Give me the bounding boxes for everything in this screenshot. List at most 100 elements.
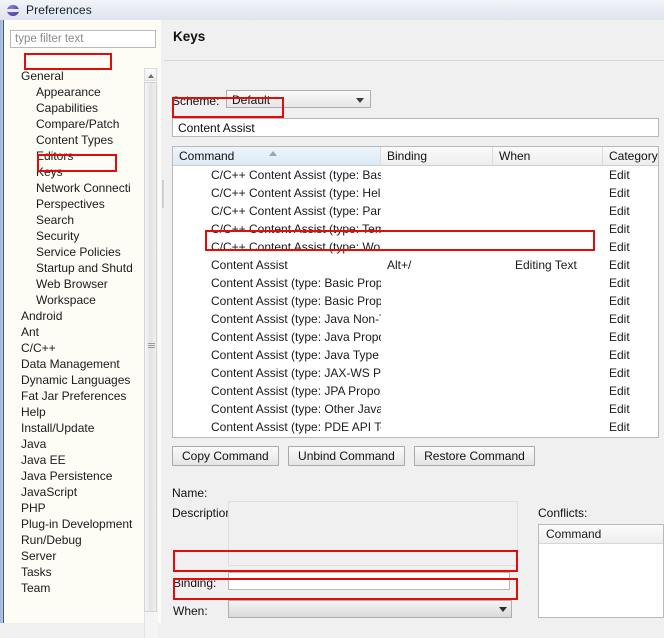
table-row[interactable]: C/C++ Content Assist (type: Basic Edit <box>173 166 658 184</box>
sidebar-item-appearance[interactable]: Appearance <box>4 84 144 100</box>
chevron-down-icon <box>499 607 507 612</box>
column-header-category[interactable]: Category <box>603 147 658 165</box>
cell-command: C/C++ Content Assist (type: Word <box>211 240 381 254</box>
table-row[interactable]: Content Assist (type: Other JavaSc Edit <box>173 400 658 418</box>
table-body[interactable]: C/C++ Content Assist (type: Basic Edit C/C… <box>173 166 658 437</box>
table-row[interactable]: Content Assist (type: Java Non-Ty Edit <box>173 310 658 328</box>
cell-when <box>493 274 603 292</box>
sidebar-item-java-persistence[interactable]: Java Persistence <box>4 468 144 484</box>
table-row[interactable]: Content Assist (type: PHP Templa Edit <box>173 436 658 437</box>
conflicts-table[interactable]: Command <box>538 524 664 618</box>
cell-command: Content Assist (type: Basic Propos <box>211 276 381 290</box>
cell-when <box>493 418 603 436</box>
sidebar-item-plug-in-development[interactable]: Plug-in Development <box>4 516 144 532</box>
sidebar-item-data-management[interactable]: Data Management <box>4 356 144 372</box>
table-row[interactable]: C/C++ Content Assist (type: Help Edit <box>173 184 658 202</box>
when-dropdown[interactable] <box>228 600 512 618</box>
cell-binding <box>381 220 493 238</box>
restore-command-button[interactable]: Restore Command <box>414 446 535 466</box>
bindings-table[interactable]: Command Binding When Category C/C++ Content… <box>172 146 659 438</box>
table-row[interactable]: Content Assist (type: JAX-WS Prop Edit <box>173 364 658 382</box>
window-title: Preferences <box>26 3 92 17</box>
cell-command: Content Assist (type: Java Non-Ty <box>211 312 381 326</box>
sidebar-item-team[interactable]: Team <box>4 580 144 596</box>
copy-command-button[interactable]: Copy Command <box>172 446 279 466</box>
table-row[interactable]: Content Assist (type: Java Proposa Edit <box>173 328 658 346</box>
cell-binding: Alt+/ <box>387 258 412 272</box>
cell-when <box>493 436 603 437</box>
cell-command: C/C++ Content Assist (type: Temp <box>211 222 381 236</box>
sidebar-item-fat-jar-preferences[interactable]: Fat Jar Preferences <box>4 388 144 404</box>
sidebar-item-java[interactable]: Java <box>4 436 144 452</box>
conflicts-label: Conflicts: <box>538 506 588 520</box>
cell-category: Edit <box>609 222 630 236</box>
cell-when <box>493 364 603 382</box>
preferences-tree[interactable]: General Appearance Capabilities Compare/Pat… <box>4 68 144 638</box>
keys-search-input[interactable]: Content Assist <box>172 118 659 137</box>
table-row[interactable]: Content Assist (type: JPA Proposal Edit <box>173 382 658 400</box>
sidebar-item-ant[interactable]: Ant <box>4 324 144 340</box>
sidebar-item-network-connecti[interactable]: Network Connecti <box>4 180 144 196</box>
preferences-dialog: Preferences type filter text General Appe… <box>0 0 664 638</box>
sidebar-item-search[interactable]: Search <box>4 212 144 228</box>
binding-input[interactable] <box>228 572 510 590</box>
scheme-dropdown[interactable]: Default <box>226 90 371 108</box>
scroll-up-arrow-icon[interactable] <box>144 68 157 81</box>
cell-binding <box>381 418 493 436</box>
sidebar-item-service-policies[interactable]: Service Policies <box>4 244 144 260</box>
sidebar-item-web-browser[interactable]: Web Browser <box>4 276 144 292</box>
cell-command: Content Assist <box>211 258 288 272</box>
sidebar-item-install-update[interactable]: Install/Update <box>4 420 144 436</box>
sidebar-item-compare-patch[interactable]: Compare/Patch <box>4 116 144 132</box>
sidebar-item-tasks[interactable]: Tasks <box>4 564 144 580</box>
table-row[interactable]: Content Assist (type: Basic Propos Edit <box>173 292 658 310</box>
sidebar-item-dynamic-languages[interactable]: Dynamic Languages <box>4 372 144 388</box>
sidebar-item-help[interactable]: Help <box>4 404 144 420</box>
cell-category: Edit <box>609 258 630 272</box>
sidebar-item-perspectives[interactable]: Perspectives <box>4 196 144 212</box>
sidebar-item-run-debug[interactable]: Run/Debug <box>4 532 144 548</box>
sidebar-item-editors[interactable]: Editors <box>4 148 144 164</box>
sidebar-item-startup-and-shutd[interactable]: Startup and Shutd <box>4 260 144 276</box>
column-header-command[interactable]: Command <box>173 147 381 165</box>
cell-category: Edit <box>609 402 630 416</box>
sidebar-item-server[interactable]: Server <box>4 548 144 564</box>
sidebar-item-keys[interactable]: Keys <box>4 164 144 180</box>
cell-binding <box>381 202 493 220</box>
preferences-sidebar: type filter text General Appearance Capabi… <box>4 20 161 638</box>
cell-binding <box>381 346 493 364</box>
sidebar-item-php[interactable]: PHP <box>4 500 144 516</box>
cell-when <box>493 400 603 418</box>
sidebar-item-capabilities[interactable]: Capabilities <box>4 100 144 116</box>
sidebar-item-general[interactable]: General <box>4 68 144 84</box>
table-row[interactable]: Content Assist (type: Java Type Pr Edit <box>173 346 658 364</box>
scheme-selected-value: Default <box>232 93 271 107</box>
sidebar-item-c-c[interactable]: C/C++ <box>4 340 144 356</box>
table-row[interactable]: Content Assist (type: PDE API Tool Edit <box>173 418 658 436</box>
table-row[interactable]: C/C++ Content Assist (type: Temp Edit <box>173 220 658 238</box>
title-divider <box>164 60 664 61</box>
sidebar-item-javascript[interactable]: JavaScript <box>4 484 144 500</box>
scheme-label: Scheme: <box>172 94 220 108</box>
column-header-when[interactable]: When <box>493 147 603 165</box>
sidebar-item-workspace[interactable]: Workspace <box>4 292 144 308</box>
sidebar-scrollbar-thumb[interactable] <box>144 82 157 612</box>
description-field[interactable] <box>228 501 518 566</box>
cell-binding <box>381 238 493 256</box>
sidebar-item-content-types[interactable]: Content Types <box>4 132 144 148</box>
cell-category: Edit <box>609 330 630 344</box>
eclipse-globe-icon <box>7 4 20 17</box>
unbind-command-button[interactable]: Unbind Command <box>288 446 405 466</box>
filter-input[interactable]: type filter text <box>10 30 156 48</box>
table-row[interactable]: Content Assist Alt+/ Editing Text Edit <box>173 256 658 274</box>
sidebar-item-security[interactable]: Security <box>4 228 144 244</box>
column-header-binding[interactable]: Binding <box>381 147 493 165</box>
table-row[interactable]: Content Assist (type: Basic Propos Edit <box>173 274 658 292</box>
cell-category: Edit <box>609 366 630 380</box>
sidebar-item-android[interactable]: Android <box>4 308 144 324</box>
sidebar-item-java-ee[interactable]: Java EE <box>4 452 144 468</box>
cell-when <box>493 382 603 400</box>
table-row[interactable]: C/C++ Content Assist (type: Parsir Edit <box>173 202 658 220</box>
table-row[interactable]: C/C++ Content Assist (type: Word Edit <box>173 238 658 256</box>
cell-binding <box>381 364 493 382</box>
